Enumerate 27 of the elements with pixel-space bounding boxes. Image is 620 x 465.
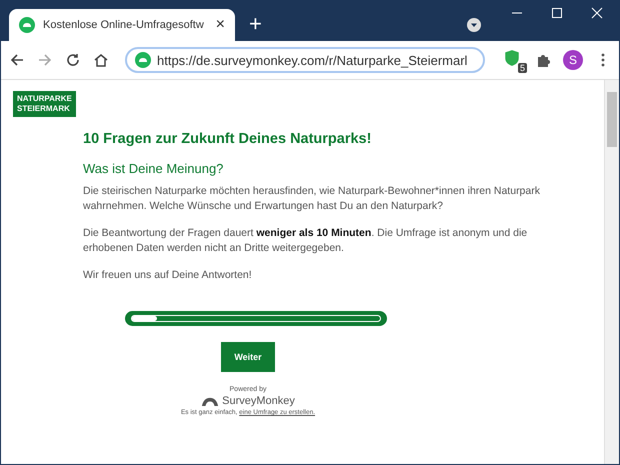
profile-avatar[interactable]: S <box>563 50 583 70</box>
cloud-icon <box>19 17 35 33</box>
maximize-icon[interactable] <box>551 7 563 19</box>
surveymonkey-brand: SurveyMonkey <box>222 395 295 407</box>
extension-badge: 5 <box>518 63 527 73</box>
dropdown-icon[interactable] <box>467 18 481 32</box>
naturparke-logo: NATURPARKE STEIERMARK <box>13 91 76 117</box>
intro-paragraph: Wir freuen uns auf Deine Antworten! <box>83 268 253 283</box>
close-icon[interactable] <box>591 7 603 19</box>
puzzle-icon[interactable] <box>535 52 551 68</box>
scrollbar[interactable] <box>604 80 619 464</box>
intro-paragraph: Die Beantwortung der Fragen dauert weniger als 10 Minuten. Die Umfrage ist anonym und die erhobenen Daten werden nicht an Dritte weitergegeben. <box>83 226 528 256</box>
new-tab-button[interactable]: + <box>249 11 262 37</box>
monkey-logo-icon <box>201 396 220 406</box>
survey-title: 10 Fragen zur Zukunft Deines Naturparks! <box>83 131 372 147</box>
close-icon[interactable]: × <box>216 16 225 34</box>
reload-icon[interactable] <box>65 52 81 68</box>
tab-title: Kostenlose Online-Umfragesoftw <box>43 19 205 31</box>
survey-subtitle: Was ist Deine Meinung? <box>83 161 224 176</box>
url-text: https://de.surveymonkey.com/r/Naturparke_Steiermarl <box>157 52 468 68</box>
home-icon[interactable] <box>93 52 109 68</box>
back-icon[interactable] <box>9 52 25 68</box>
cloud-icon <box>135 52 151 68</box>
next-button[interactable]: Weiter <box>221 342 275 372</box>
address-bar[interactable]: https://de.surveymonkey.com/r/Naturparke_Steiermarl <box>125 47 485 73</box>
intro-paragraph: Die steirischen Naturparke möchten herausfinden, wie Naturpark-Bewohner*innen ihren Naturpark wahrnehmen. Welche Wünsche und Erwartungen hast Du an den Naturpark? <box>83 184 541 214</box>
browser-tab[interactable]: Kostenlose Online-Umfragesoftw × <box>9 9 235 41</box>
